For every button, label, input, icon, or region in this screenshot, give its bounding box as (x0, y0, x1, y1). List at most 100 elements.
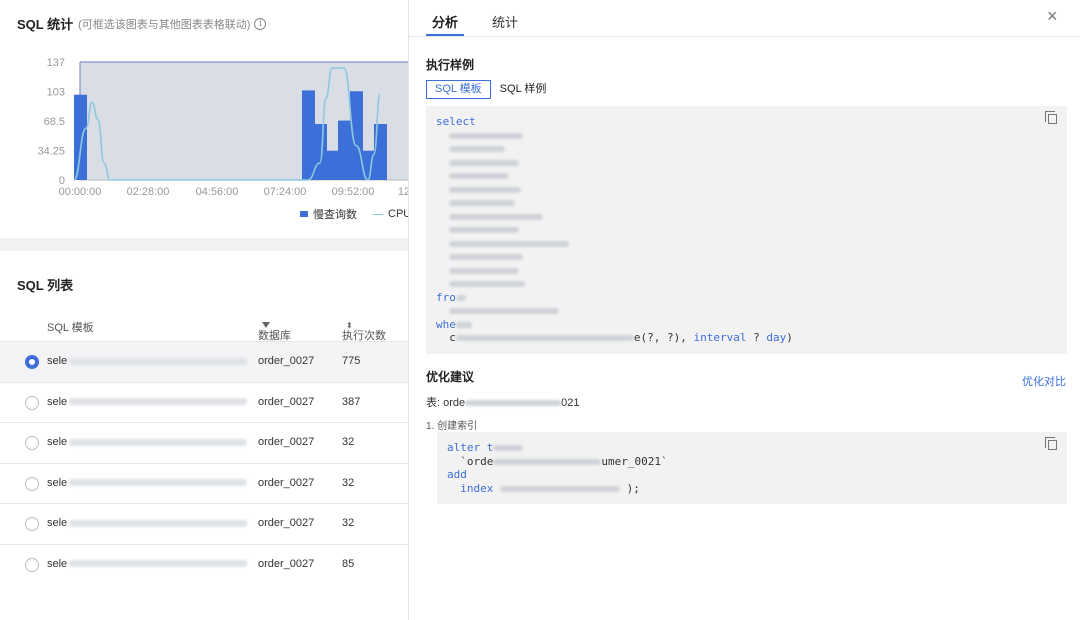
row-radio[interactable] (25, 395, 39, 410)
kw-select: select (436, 115, 476, 128)
row-database: order_0027 (258, 355, 315, 367)
legend-slow-query[interactable]: 慢查询数 (313, 206, 357, 222)
subtab-sql-template[interactable]: SQL 模板 (426, 80, 491, 99)
table-row[interactable]: sele order_0027 387 (0, 381, 408, 423)
y-tick-label: 137 (47, 57, 65, 69)
row-sql-template: sele (47, 517, 248, 529)
subtab-sql-sample[interactable]: SQL 样例 (491, 80, 556, 99)
row-radio[interactable] (25, 557, 39, 572)
row-radio[interactable] (25, 476, 39, 491)
where-tail: e(?, ?), (633, 331, 694, 344)
index-tail: ); (626, 481, 640, 495)
kw-where: whe (436, 317, 456, 331)
chart-bar[interactable] (314, 124, 327, 180)
row-database: order_0027 (258, 395, 315, 408)
sql-list-header: SQL 模板 数据库 执行次数 ⬍ (0, 311, 408, 342)
chart-legend: 慢查询数 CPU (300, 206, 408, 222)
sql-stats-chart[interactable]: 13710368.534.25000:00:00 02:28:00 04:56:00… (0, 48, 408, 198)
row-sql-template: sele (47, 557, 248, 570)
close-icon[interactable]: × (1047, 6, 1058, 27)
chart-bar[interactable] (326, 150, 339, 180)
table-row[interactable]: sele order_0027 775 (0, 341, 408, 382)
left-pane: SQL 统计 (可框选该图表与其他图表表格联动) i 137 103 68.5 34.… (0, 0, 408, 620)
sql-list-card: SQL 列表 SQL 模板 数据库 执行次数 ⬍ sele order_0027 77… (0, 251, 408, 620)
kw-from: fro (436, 290, 456, 304)
y-tick-label: 103 (47, 86, 65, 98)
x-tick-label: 04:56:00 (196, 186, 239, 198)
sql-list-rows: sele order_0027 775 sele order_0027 387 sele or… (0, 341, 408, 584)
copy-icon[interactable] (1045, 437, 1057, 450)
row-sql-prefix: sele (47, 355, 68, 367)
sql-list-title: SQL 列表 (17, 278, 74, 293)
row-sql-template: sele (47, 355, 248, 367)
tab-analysis[interactable]: 分析 (432, 12, 458, 31)
x-tick-label: 09:52:00 (332, 186, 375, 198)
row-radio[interactable] (25, 517, 39, 531)
col-exec-count[interactable]: 执行次数 ⬍ (342, 319, 386, 342)
tab-statistics[interactable]: 统计 (492, 12, 518, 31)
optimization-title: 优化建议 (426, 370, 475, 384)
copy-icon[interactable] (1045, 111, 1057, 124)
table-row[interactable]: sele order_0027 32 (0, 503, 408, 544)
sql-stats-card: SQL 统计 (可框选该图表与其他图表表格联动) i 137 103 68.5 34.… (0, 0, 408, 238)
legend-line-swatch (373, 213, 383, 215)
x-tick-label: 00:00:00 (59, 186, 102, 198)
active-tab-indicator (426, 34, 464, 36)
row-sql-prefix: sele (47, 557, 68, 570)
close-paren: ) (786, 331, 793, 344)
detail-panel: 分析 统计 × 执行样例 SQL 模板 SQL 样例 select fro wh… (408, 0, 1080, 620)
sql-stats-header: SQL 统计 (可框选该图表与其他图表表格联动) i (17, 14, 267, 33)
row-sql-prefix: sele (47, 436, 68, 448)
table-row[interactable]: sele order_0027 85 (0, 543, 408, 585)
opt-table-prefix: 表: orde (426, 397, 466, 409)
row-sql-prefix: sele (47, 395, 68, 408)
row-exec-count: 775 (342, 355, 361, 367)
kw-index: index (460, 481, 494, 495)
order-suffix: umer_0021` (601, 454, 668, 468)
legend-cpu[interactable]: CPU (388, 208, 408, 220)
row-radio[interactable] (25, 355, 39, 369)
row-sql-prefix: sele (47, 517, 68, 529)
order-prefix: `orde (460, 454, 494, 468)
interval-tail: ? (746, 331, 767, 344)
row-sql-template: sele (47, 436, 248, 448)
opt-table-suffix: 021 (561, 397, 580, 409)
row-database: order_0027 (258, 517, 315, 529)
row-exec-count: 85 (342, 557, 355, 570)
exec-sample-subtabs: SQL 模板 SQL 样例 (426, 80, 555, 99)
legend-bar-swatch (300, 211, 308, 217)
chart-bar[interactable] (302, 90, 315, 180)
row-exec-count: 32 (342, 517, 355, 529)
row-database: order_0027 (258, 476, 315, 489)
chart-bar[interactable] (74, 94, 87, 180)
create-index-code[interactable]: alter t `orde umer_0021` add index ); (437, 432, 1067, 504)
info-icon[interactable]: i (254, 17, 267, 30)
optimization-table-label: 表: orde 021 (426, 394, 580, 410)
kw-alter: alter t (447, 441, 494, 454)
row-sql-template: sele (47, 476, 248, 489)
y-tick-label: 34.25 (37, 146, 65, 158)
where-lead: c (449, 331, 456, 344)
row-sql-template: sele (47, 395, 248, 408)
row-exec-count: 32 (342, 436, 355, 448)
panel-tabs: 分析 统计 × (409, 0, 1080, 37)
sql-stats-hint: (可框选该图表与其他图表表格联动) (78, 18, 251, 31)
kw-add: add (447, 468, 467, 481)
optimization-item-create-index: 1. 创建索引 (426, 421, 478, 432)
col-database[interactable]: 数据库 (258, 319, 291, 342)
row-radio[interactable] (25, 436, 39, 450)
exec-sample-title: 执行样例 (426, 58, 475, 72)
x-tick-label: 02:28:00 (127, 186, 170, 198)
table-row[interactable]: sele order_0027 32 (0, 422, 408, 463)
x-tick-label: 12 (398, 186, 408, 198)
chart-bar[interactable] (338, 120, 351, 180)
sql-stats-title: SQL 统计 (17, 17, 74, 32)
optimization-compare-link[interactable]: 优化对比 (1022, 373, 1066, 389)
y-tick-label: 68.5 (44, 116, 65, 128)
kw-interval: interval (693, 331, 747, 344)
kw-day: day (766, 331, 787, 344)
table-row[interactable]: sele order_0027 32 (0, 462, 408, 504)
sql-template-code[interactable]: select fro whe c e(?, ?), interval ? day) (426, 106, 1067, 354)
row-exec-count: 387 (342, 395, 361, 408)
row-sql-prefix: sele (47, 476, 68, 489)
